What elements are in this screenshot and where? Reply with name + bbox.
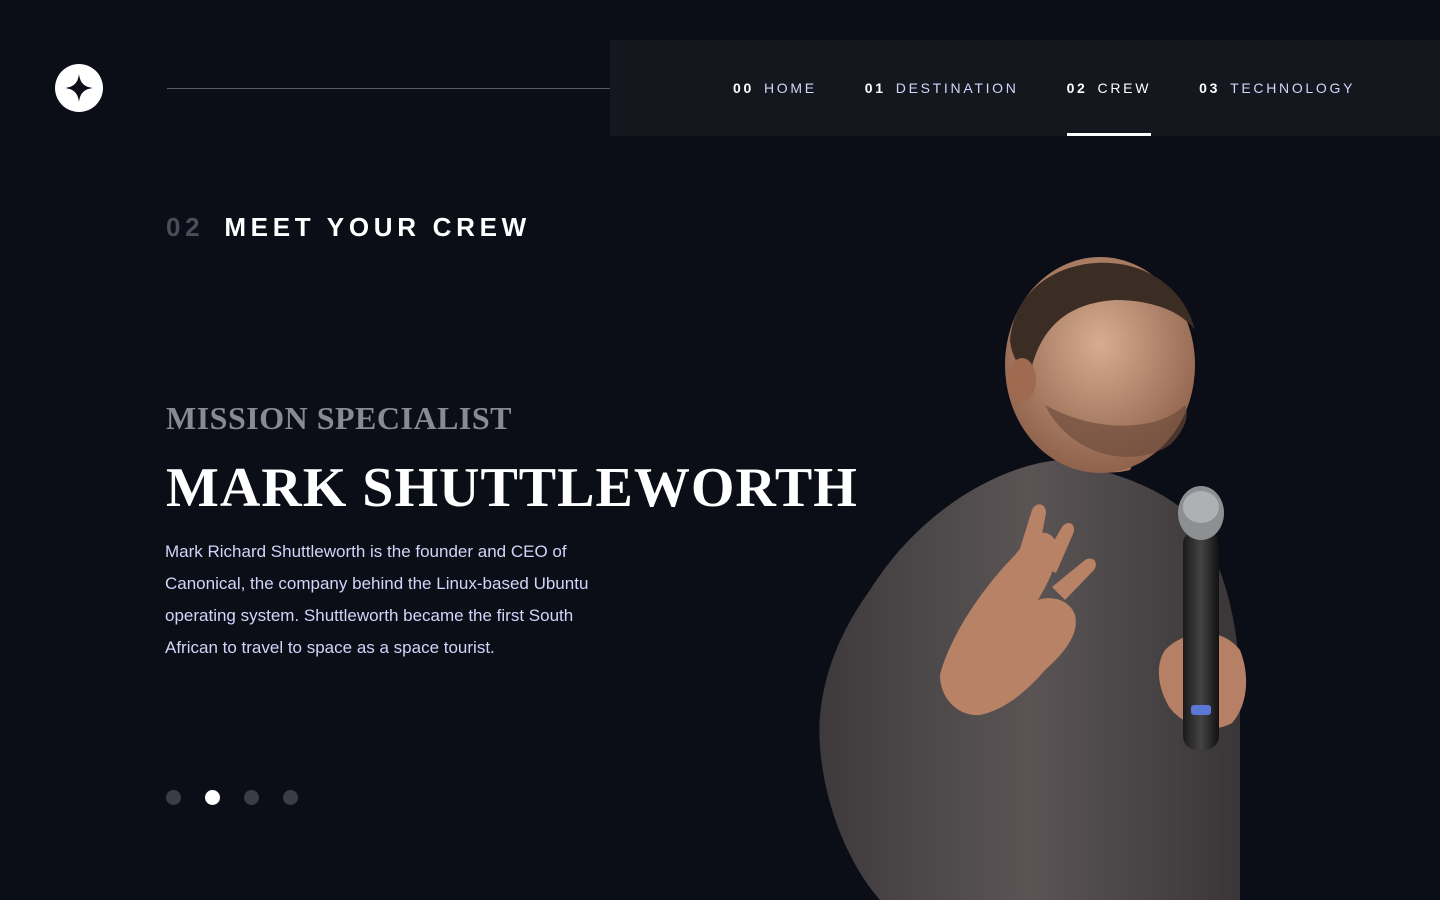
nav-item-crew[interactable]: 02 CREW [1066,40,1152,136]
nav-item-technology[interactable]: 03 TECHNOLOGY [1199,40,1355,136]
nav-item-number: 03 [1199,80,1221,96]
star-logo-icon[interactable] [55,64,103,112]
crew-role: MISSION SPECIALIST [166,400,512,436]
crew-pagination [166,790,322,805]
nav-item-label: TECHNOLOGY [1230,80,1356,96]
crew-name: MARK SHUTTLEWORTH [166,457,858,519]
pagination-dot[interactable] [283,790,298,805]
header-divider [167,88,640,89]
nav-item-destination[interactable]: 01 DESTINATION [865,40,1019,136]
nav-item-label: HOME [763,80,817,96]
pagination-dot[interactable] [166,790,181,805]
pagination-dot[interactable] [244,790,259,805]
section-heading: 02 MEET YOUR CREW [166,212,531,243]
nav-item-label: DESTINATION [895,80,1019,96]
main-nav: 00 HOME 01 DESTINATION 02 CREW 03 TECHNO… [610,40,1440,136]
pagination-dot-active[interactable] [205,790,220,805]
crew-member-photo [819,257,1247,900]
crew-bio: Mark Richard Shuttleworth is the founder… [165,542,589,657]
nav-item-label: CREW [1097,80,1152,96]
crew-page: 00 HOME 01 DESTINATION 02 CREW 03 TECHNO… [0,0,1440,900]
nav-item-number: 02 [1066,80,1088,96]
nav-item-home[interactable]: 00 HOME [733,40,817,136]
section-number: 02 [166,212,205,242]
nav-item-number: 00 [733,80,754,96]
nav-item-number: 01 [864,80,886,96]
section-title: MEET YOUR CREW [224,212,531,242]
